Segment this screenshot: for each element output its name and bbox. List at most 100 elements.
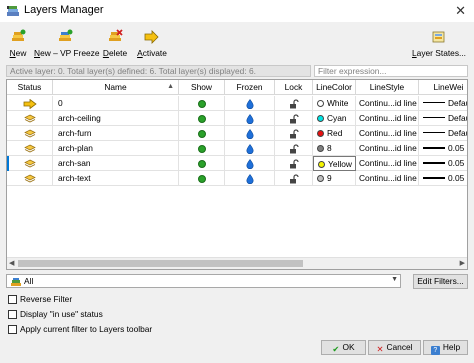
column-header-lock[interactable]: Lock xyxy=(275,80,313,95)
lineweight-cell[interactable]: Defau xyxy=(419,96,467,111)
lineweight-cell[interactable]: 0.05 m xyxy=(419,156,467,171)
scroll-right-icon[interactable]: ▶ xyxy=(460,259,465,267)
unlocked-padlock-icon xyxy=(289,158,299,168)
layer-name[interactable]: 0 xyxy=(53,96,179,111)
new-vp-freeze-button[interactable]: New – VP Freeze xyxy=(34,29,100,59)
linecolor-name: 9 xyxy=(327,173,332,183)
show-cell[interactable] xyxy=(179,96,225,111)
show-cell[interactable] xyxy=(179,111,225,126)
linecolor-cell[interactable]: White xyxy=(313,96,356,111)
column-header-linestyle[interactable]: LineStyle xyxy=(356,80,419,95)
layer-row[interactable]: arch-ceiling Cyan Continu...id line Defau xyxy=(7,111,467,126)
status-cell[interactable] xyxy=(7,96,53,111)
display-in-use-checkbox[interactable]: Display "in use" status xyxy=(8,309,103,321)
linecolor-cell[interactable]: 9 xyxy=(313,171,356,186)
status-cell[interactable] xyxy=(7,141,53,156)
apply-filter-toolbar-checkbox[interactable]: Apply current filter to Layers toolbar xyxy=(8,324,152,336)
show-cell[interactable] xyxy=(179,171,225,186)
layer-name[interactable]: arch-plan xyxy=(53,141,179,156)
linecolor-cell[interactable]: Red xyxy=(313,126,356,141)
unlocked-padlock-icon xyxy=(289,128,299,138)
scroll-left-icon[interactable]: ◀ xyxy=(9,259,14,267)
layer-name[interactable]: arch-text xyxy=(53,171,179,186)
help-label: Help xyxy=(442,342,461,352)
frozen-cell[interactable] xyxy=(225,171,275,186)
lineweight-cell[interactable]: Defau xyxy=(419,126,467,141)
layers-grid: Status Name ▲ Show Frozen Lock LineColor… xyxy=(6,79,468,270)
show-cell[interactable] xyxy=(179,126,225,141)
column-header-status[interactable]: Status xyxy=(7,80,53,95)
linestyle-cell[interactable]: Continu...id line xyxy=(356,126,419,141)
lineweight-cell[interactable]: 0.05 m xyxy=(419,171,467,186)
lock-cell[interactable] xyxy=(275,156,313,171)
show-cell[interactable] xyxy=(179,156,225,171)
lineweight-cell[interactable]: 0.05 m xyxy=(419,141,467,156)
layer-name[interactable]: arch-san xyxy=(53,156,179,171)
layer-name[interactable]: arch-furn xyxy=(53,126,179,141)
thawed-drop-icon xyxy=(245,173,254,184)
linecolor-cell[interactable]: 8 xyxy=(313,141,356,156)
column-header-lineweight[interactable]: LineWei xyxy=(419,80,467,95)
chevron-down-icon[interactable]: ▼ xyxy=(391,276,398,283)
ok-button[interactable]: ✔ OK xyxy=(321,340,366,355)
frozen-cell[interactable] xyxy=(225,96,275,111)
frozen-cell[interactable] xyxy=(225,126,275,141)
horizontal-scrollbar[interactable]: ◀ ▶ xyxy=(7,257,467,269)
status-cell[interactable] xyxy=(7,126,53,141)
lock-cell[interactable] xyxy=(275,171,313,186)
reverse-filter-box[interactable] xyxy=(8,295,17,304)
layer-row[interactable]: arch-plan 8 Continu...id line 0.05 m xyxy=(7,141,467,156)
frozen-cell[interactable] xyxy=(225,111,275,126)
lock-cell[interactable] xyxy=(275,141,313,156)
status-cell[interactable] xyxy=(7,111,53,126)
status-cell[interactable] xyxy=(7,171,53,186)
column-header-linecolor[interactable]: LineColor xyxy=(313,80,356,95)
linecolor-cell[interactable]: Yellow xyxy=(313,156,356,171)
column-header-name[interactable]: Name ▲ xyxy=(53,80,179,95)
column-header-name-label: Name xyxy=(104,82,127,92)
reverse-filter-label: Reverse Filter xyxy=(20,294,73,304)
layer-states-button[interactable]: Layer States... xyxy=(409,29,469,59)
linestyle-cell[interactable]: Continu...id line xyxy=(356,141,419,156)
lineweight-value: Defau xyxy=(448,128,467,138)
linestyle-cell[interactable]: Continu...id line xyxy=(356,111,419,126)
lineweight-value: Defau xyxy=(448,113,467,123)
column-header-show[interactable]: Show xyxy=(179,80,225,95)
display-in-use-box[interactable] xyxy=(8,310,17,319)
activate-layer-button[interactable]: Activate xyxy=(136,29,168,59)
lineweight-value: 0.05 m xyxy=(448,143,467,153)
layer-row[interactable]: 0 White Continu...id line Defau xyxy=(7,96,467,111)
show-cell[interactable] xyxy=(179,141,225,156)
lock-cell[interactable] xyxy=(275,96,313,111)
visible-bulb-icon xyxy=(197,174,206,183)
delete-label: Delete xyxy=(102,48,128,58)
new-layer-button[interactable]: New xyxy=(8,29,28,59)
linecolor-cell[interactable]: Cyan xyxy=(313,111,356,126)
status-cell[interactable] xyxy=(7,156,53,171)
edit-filters-button[interactable]: Edit Filters... xyxy=(413,274,468,289)
layer-row[interactable]: arch-san Yellow Continu...id line 0.05 m xyxy=(7,156,467,171)
lock-cell[interactable] xyxy=(275,126,313,141)
close-icon[interactable]: ✕ xyxy=(455,3,466,19)
linestyle-cell[interactable]: Continu...id line xyxy=(356,96,419,111)
apply-filter-toolbar-box[interactable] xyxy=(8,325,17,334)
linecolor-name: Red xyxy=(327,128,343,138)
layer-name[interactable]: arch-ceiling xyxy=(53,111,179,126)
layer-row[interactable]: arch-furn Red Continu...id line Defau xyxy=(7,126,467,141)
delete-layer-button[interactable]: Delete xyxy=(102,29,128,59)
layer-filter-select[interactable]: All ▼ xyxy=(6,274,401,288)
frozen-cell[interactable] xyxy=(225,141,275,156)
linestyle-cell[interactable]: Continu...id line xyxy=(356,156,419,171)
lineweight-cell[interactable]: Defau xyxy=(419,111,467,126)
filter-expression-input[interactable]: Filter expression... xyxy=(314,65,468,77)
scrollbar-thumb[interactable] xyxy=(18,260,303,267)
linestyle-cell[interactable]: Continu...id line xyxy=(356,171,419,186)
reverse-filter-checkbox[interactable]: Reverse Filter xyxy=(8,294,72,306)
column-header-frozen[interactable]: Frozen xyxy=(225,80,275,95)
layer-row[interactable]: arch-text 9 Continu...id line 0.05 m xyxy=(7,171,467,186)
cancel-button[interactable]: ✕ Cancel xyxy=(368,340,421,355)
lineweight-sample-icon xyxy=(423,102,445,103)
frozen-cell[interactable] xyxy=(225,156,275,171)
help-button[interactable]: ? Help xyxy=(423,340,468,355)
lock-cell[interactable] xyxy=(275,111,313,126)
